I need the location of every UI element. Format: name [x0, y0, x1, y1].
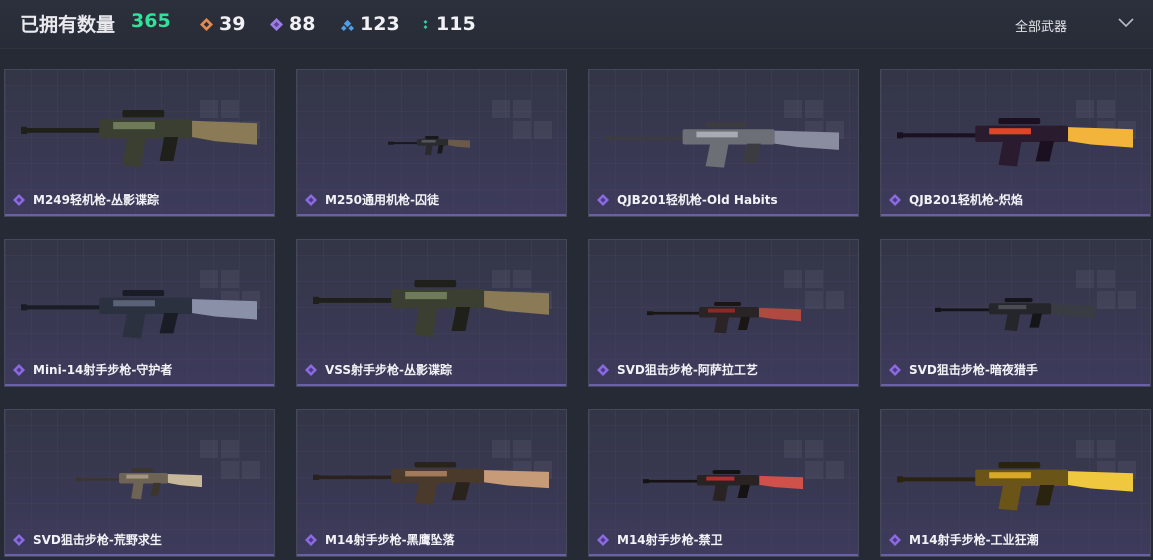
- weapon-image: [313, 462, 549, 505]
- card-accent-line: [297, 384, 566, 386]
- chevron-down-icon[interactable]: [1118, 16, 1134, 28]
- purple-diamond-icon: [889, 193, 901, 206]
- card-accent-line: [5, 554, 274, 556]
- green-dot-icon: [423, 19, 428, 29]
- purple-diamond-icon: [13, 193, 25, 206]
- weapon-card[interactable]: Mini-14射手步枪-守护者: [4, 239, 275, 387]
- weapon-card[interactable]: SVD狙击步枪-荒野求生: [4, 409, 275, 557]
- weapon-name: M249轻机枪-丛影谍踪: [33, 193, 159, 207]
- weapon-name: QJB201轻机枪-炽焰: [909, 193, 1023, 207]
- card-accent-line: [5, 384, 274, 386]
- purple-diamond-icon: [305, 363, 317, 376]
- purple-diamond-icon: [889, 363, 901, 376]
- weapon-image: [21, 290, 257, 339]
- weapon-card[interactable]: M250通用机枪-囚徒: [296, 69, 567, 217]
- weapon-name: M250通用机枪-囚徒: [325, 193, 439, 207]
- weapon-card[interactable]: M14射手步枪-黑鹰坠落: [296, 409, 567, 557]
- stat-green-value: 115: [436, 13, 476, 35]
- weapon-filter-select[interactable]: 全部武器: [1015, 16, 1067, 35]
- stat-purple: 88: [270, 11, 315, 37]
- weapon-image: [388, 136, 470, 156]
- weapon-card[interactable]: M14射手步枪-禁卫: [588, 409, 859, 557]
- weapon-name-row: VSS射手步枪-丛影谍踪: [305, 361, 452, 378]
- purple-diamond-icon: [305, 193, 317, 206]
- weapon-image: [21, 110, 257, 167]
- stat-blue-value: 123: [360, 13, 400, 35]
- purple-diamond-icon: [597, 533, 609, 546]
- weapon-image: [897, 118, 1133, 167]
- weapon-card[interactable]: SVD狙击步枪-暗夜猎手: [880, 239, 1151, 387]
- weapon-card[interactable]: SVD狙击步枪-阿萨拉工艺: [588, 239, 859, 387]
- weapon-card[interactable]: VSS射手步枪-丛影谍踪: [296, 239, 567, 387]
- purple-diamond-icon: [270, 17, 283, 31]
- card-accent-line: [589, 214, 858, 216]
- stat-orange: 39: [200, 11, 245, 37]
- weapon-name: VSS射手步枪-丛影谍踪: [325, 363, 453, 377]
- weapon-name: Mini-14射手步枪-守护者: [33, 363, 173, 377]
- blue-diamond-icon: [341, 19, 354, 31]
- weapon-name: SVD狙击步枪-暗夜猎手: [909, 363, 1038, 377]
- weapon-name: QJB201轻机枪-Old Habits: [617, 193, 778, 207]
- card-accent-line: [589, 384, 858, 386]
- card-accent-line: [881, 214, 1150, 216]
- purple-diamond-icon: [889, 533, 901, 546]
- weapon-card[interactable]: M249轻机枪-丛影谍踪: [4, 69, 275, 217]
- weapon-image: [643, 470, 803, 502]
- purple-diamond-icon: [13, 533, 25, 546]
- purple-diamond-icon: [597, 363, 609, 376]
- weapon-image: [76, 468, 202, 500]
- weapon-name-row: M250通用机枪-囚徒: [305, 191, 439, 208]
- purple-diamond-icon: [597, 193, 609, 206]
- stat-green: 115: [421, 11, 476, 37]
- weapon-image: [935, 298, 1095, 332]
- weapon-name-row: QJB201轻机枪-Old Habits: [597, 191, 778, 208]
- purple-diamond-icon: [13, 363, 25, 376]
- card-accent-line: [5, 214, 274, 216]
- top-bar: 已拥有数量 365 39 88 123 115 全部武器: [0, 0, 1153, 49]
- weapon-name-row: M14射手步枪-黑鹰坠落: [305, 531, 455, 548]
- weapon-name: M14射手步枪-黑鹰坠落: [325, 533, 455, 547]
- weapon-name-row: SVD狙击步枪-暗夜猎手: [889, 361, 1038, 378]
- card-accent-line: [881, 384, 1150, 386]
- weapon-name-row: M14射手步枪-工业狂潮: [889, 531, 1039, 548]
- weapon-card[interactable]: QJB201轻机枪-Old Habits: [588, 69, 859, 217]
- card-accent-line: [881, 554, 1150, 556]
- stat-purple-value: 88: [289, 13, 316, 35]
- card-accent-line: [589, 554, 858, 556]
- weapon-card[interactable]: M14射手步枪-工业狂潮: [880, 409, 1151, 557]
- weapon-image: [313, 280, 549, 337]
- owned-label: 已拥有数量: [20, 14, 116, 36]
- weapon-image: [605, 122, 839, 168]
- weapon-name-row: Mini-14射手步枪-守护者: [13, 361, 172, 378]
- stat-blue: 123: [341, 11, 400, 37]
- stat-orange-value: 39: [219, 13, 246, 35]
- weapon-image: [647, 302, 801, 334]
- weapon-name-row: SVD狙击步枪-荒野求生: [13, 531, 162, 548]
- card-accent-line: [297, 554, 566, 556]
- weapon-name: M14射手步枪-禁卫: [617, 533, 723, 547]
- weapon-name: SVD狙击步枪-阿萨拉工艺: [617, 363, 758, 377]
- orange-diamond-icon: [200, 17, 213, 31]
- weapon-name-row: QJB201轻机枪-炽焰: [889, 191, 1023, 208]
- weapon-name-row: SVD狙击步枪-阿萨拉工艺: [597, 361, 758, 378]
- purple-diamond-icon: [305, 533, 317, 546]
- weapon-image: [897, 462, 1133, 511]
- weapon-name: M14射手步枪-工业狂潮: [909, 533, 1039, 547]
- weapon-name-row: M14射手步枪-禁卫: [597, 531, 723, 548]
- owned-count: 365: [131, 10, 171, 32]
- card-accent-line: [297, 214, 566, 216]
- weapon-name: SVD狙击步枪-荒野求生: [33, 533, 162, 547]
- weapon-card[interactable]: QJB201轻机枪-炽焰: [880, 69, 1151, 217]
- weapon-name-row: M249轻机枪-丛影谍踪: [13, 191, 159, 208]
